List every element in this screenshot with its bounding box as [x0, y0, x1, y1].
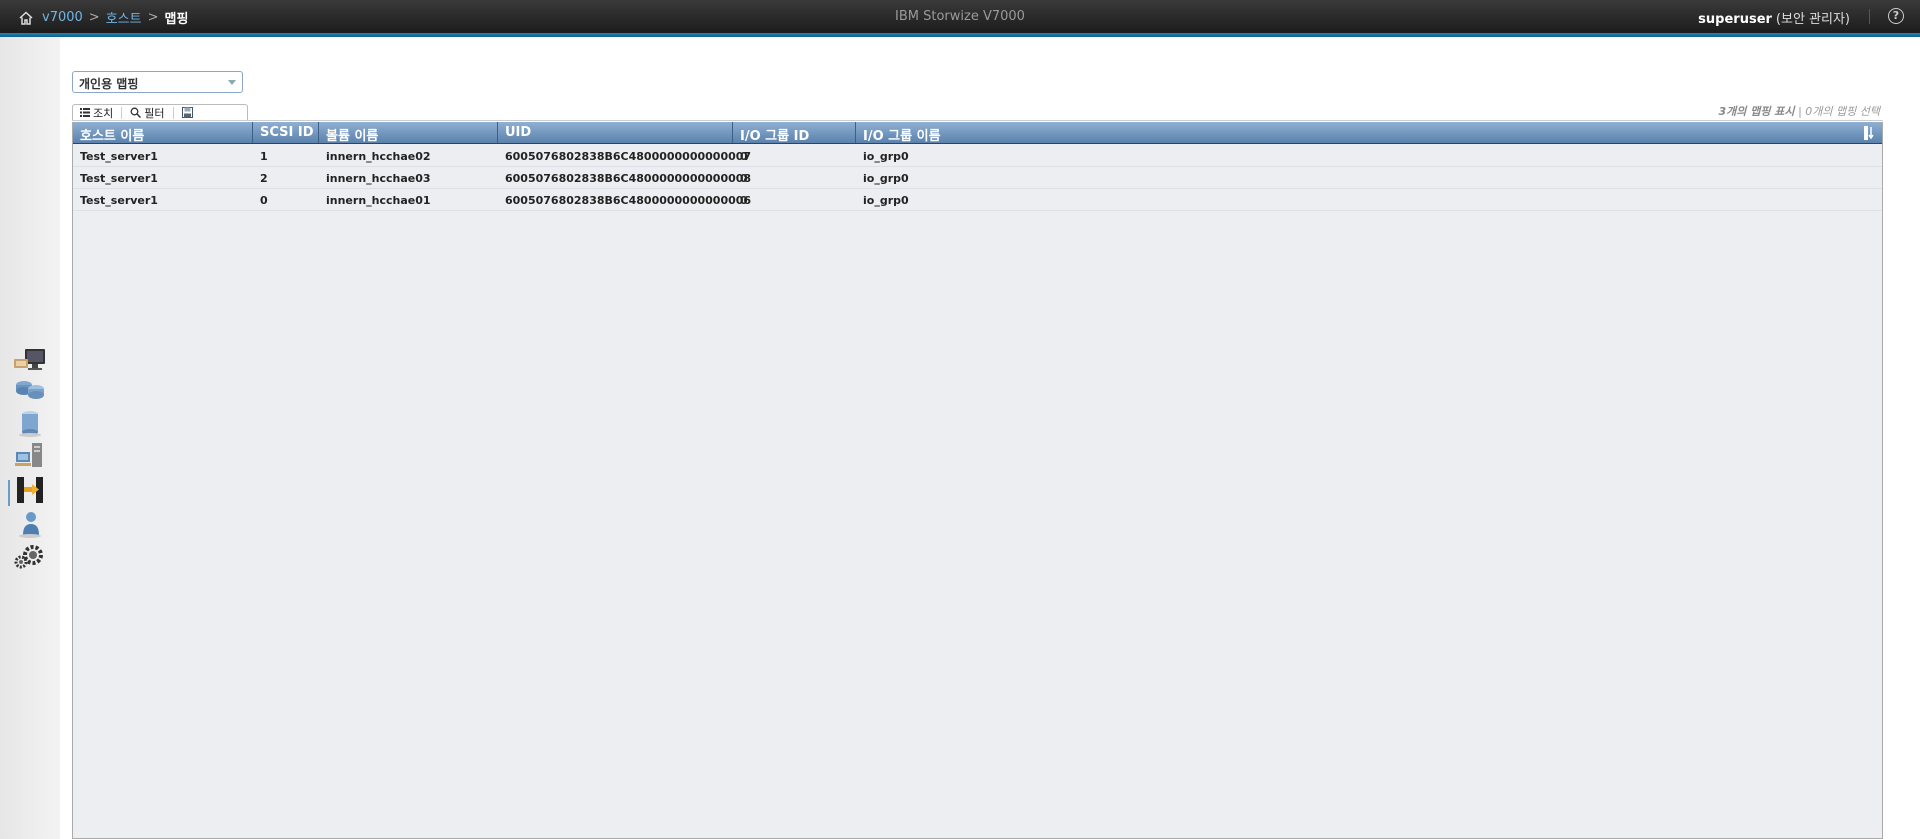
table-row[interactable]: Test_server1 0 innern_hcchae01 600507680… — [73, 189, 1882, 211]
user-role: (보안 관리자) — [1775, 12, 1850, 27]
column-header-io-group-name[interactable]: I/O 그룹 이름 — [856, 122, 948, 144]
pools-icon[interactable] — [12, 375, 48, 405]
view-dropdown-value: 개인용 맵핑 — [79, 77, 139, 91]
view-dropdown[interactable]: 개인용 맵핑 — [72, 71, 243, 93]
cell-io-group-name: io_grp0 — [863, 150, 909, 163]
cell-io-group-id: 0 — [740, 172, 748, 185]
user-name: superuser — [1698, 12, 1772, 27]
cell-uid: 6005076802838B6C4800000000000008 — [505, 172, 752, 185]
header-divider — [1869, 9, 1870, 24]
monitoring-icon[interactable] — [12, 346, 48, 376]
save-icon — [181, 107, 193, 118]
selection-status: 3개의 맵핑 표시 | 0개의 맵핑 선택 — [1719, 103, 1880, 119]
cell-uid: 6005076802838B6C4800000000000006 — [505, 194, 752, 207]
cell-host-name: Test_server1 — [80, 172, 158, 185]
table-row[interactable]: Test_server1 1 innern_hcchae02 600507680… — [73, 145, 1882, 167]
table-header: 호스트 이름 SCSI ID 볼륨 이름 UID I/O 그룹 ID I/O 그… — [73, 122, 1882, 144]
status-separator: | — [1798, 105, 1802, 118]
top-bar-accent — [0, 33, 1920, 37]
filter-label: 필터 — [144, 106, 165, 120]
column-header-io-group-id[interactable]: I/O 그룹 ID — [733, 122, 856, 144]
cell-scsi-id: 2 — [260, 172, 268, 185]
cell-host-name: Test_server1 — [80, 150, 158, 163]
list-icon — [80, 108, 90, 117]
search-icon — [130, 107, 142, 118]
volumes-icon[interactable] — [12, 408, 48, 438]
column-header-scsi-id[interactable]: SCSI ID — [253, 122, 319, 143]
toolbar-rule — [72, 120, 1883, 121]
cell-host-name: Test_server1 — [80, 194, 158, 207]
cell-scsi-id: 1 — [260, 150, 268, 163]
shown-count: 3개의 맵핑 표시 — [1718, 105, 1795, 118]
settings-icon[interactable] — [12, 542, 48, 572]
column-header-uid[interactable]: UID — [498, 122, 733, 143]
column-header-volume-name[interactable]: 볼륨 이름 — [319, 122, 498, 144]
hosts-icon[interactable] — [12, 440, 48, 470]
cell-scsi-id: 0 — [260, 194, 268, 207]
cell-io-group-name: io_grp0 — [863, 172, 909, 185]
actions-label: 조치 — [93, 106, 114, 120]
export-button[interactable] — [174, 107, 201, 119]
column-picker-icon[interactable] — [1864, 126, 1876, 140]
user-menu[interactable]: superuser (보안 관리자) — [1698, 8, 1850, 27]
column-header-host-name[interactable]: 호스트 이름 — [73, 122, 253, 144]
app-title: IBM Storwize V7000 — [895, 9, 1025, 24]
cell-volume-name: innern_hcchae03 — [326, 172, 431, 185]
access-icon[interactable] — [12, 509, 48, 539]
help-icon[interactable]: ? — [1888, 8, 1904, 24]
mappings-table: 호스트 이름 SCSI ID 볼륨 이름 UID I/O 그룹 ID I/O 그… — [72, 122, 1883, 839]
top-bar: v7000 > 호스트 > 맵핑 IBM Storwize V7000 supe… — [0, 0, 1920, 33]
table-row[interactable]: Test_server1 2 innern_hcchae03 600507680… — [73, 167, 1882, 189]
chevron-down-icon — [228, 80, 236, 85]
cell-uid: 6005076802838B6C4800000000000007 — [505, 150, 752, 163]
table-body: Test_server1 1 innern_hcchae02 600507680… — [73, 145, 1882, 211]
cell-volume-name: innern_hcchae01 — [326, 194, 431, 207]
cell-volume-name: innern_hcchae02 — [326, 150, 431, 163]
cell-io-group-id: 0 — [740, 194, 748, 207]
cell-io-group-name: io_grp0 — [863, 194, 909, 207]
navigation-sidebar — [0, 37, 60, 839]
cell-io-group-id: 0 — [740, 150, 748, 163]
nav-selected-marker — [8, 480, 10, 506]
copy-services-icon[interactable] — [12, 475, 48, 505]
selected-count: 0개의 맵핑 선택 — [1805, 105, 1880, 118]
actions-button[interactable]: 조치 — [72, 106, 123, 120]
table-toolbar: 조치 필터 — [72, 104, 248, 121]
filter-button[interactable]: 필터 — [122, 106, 174, 120]
